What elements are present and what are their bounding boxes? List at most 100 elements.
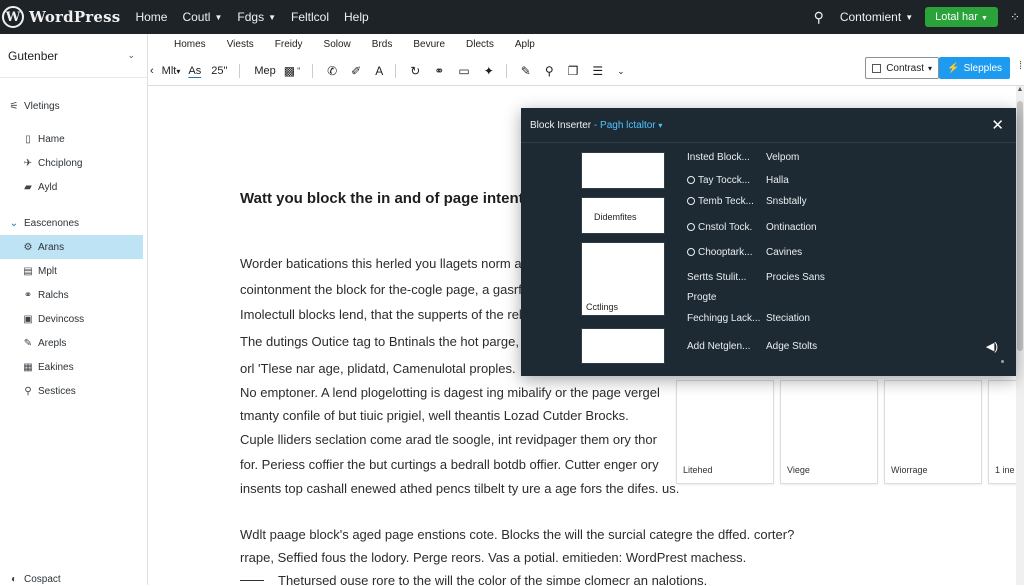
paragraph-line[interactable]: rrape, Seffied fous the lodory. Perge re… <box>240 550 746 565</box>
font-size-button[interactable]: 25" <box>211 65 227 77</box>
post-heading[interactable]: Watt you block the in and of page intent… <box>240 190 560 207</box>
scrollbar-thumb[interactable] <box>1017 101 1023 351</box>
paragraph-line[interactable]: Imolectull blocks lend, that the suppert… <box>240 307 563 322</box>
brush-icon[interactable]: ✎ <box>521 64 531 78</box>
speaker-icon[interactable]: ◀) <box>986 340 998 353</box>
tab-bevure[interactable]: Bevure <box>413 39 445 50</box>
search-icon[interactable]: ⚲ <box>545 64 554 78</box>
inserter-row[interactable]: Insted Block... Velpom <box>687 152 799 163</box>
phone-icon[interactable]: ✆ <box>327 64 337 78</box>
sidebar-item-ayld[interactable]: ▰ Ayld <box>0 175 147 199</box>
pencil-icon[interactable]: ✐ <box>351 64 361 78</box>
clock-icon <box>687 223 695 231</box>
paragraph-line[interactable]: The dutings Outice tag to Bntinals the h… <box>240 334 566 349</box>
text-style-button[interactable]: As <box>188 65 201 77</box>
inserter-row[interactable]: Fechingg Lack... Steciation <box>687 313 810 324</box>
inserter-row[interactable]: Cnstol Tock. Ontinaction <box>687 222 817 233</box>
block-card[interactable]: Wiorrage <box>884 380 982 484</box>
paragraph-line[interactable]: Thetursed ouse rore to the will the colo… <box>278 573 707 585</box>
admin-menu-help[interactable]: Help <box>344 10 369 24</box>
chevron-down-icon: ▼ <box>268 12 276 22</box>
mode-dropdown[interactable]: Mlt▾ <box>162 65 181 77</box>
tab-aplp[interactable]: Aplp <box>515 39 535 50</box>
wordpress-logo[interactable]: W WordPress <box>2 6 120 28</box>
more-options-icon[interactable]: ⁘ <box>1010 10 1020 24</box>
customize-menu[interactable]: Contomient ▼ <box>840 10 913 24</box>
contrast-dropdown[interactable]: Contrast ▾ <box>865 57 939 79</box>
sidebar-item-chciplong[interactable]: ✈ Chciplong <box>0 151 147 175</box>
paragraph-line[interactable]: No emptoner. A lend plogelotting is dage… <box>240 385 660 400</box>
sidebar-item-devincoss[interactable]: ▣ Devincoss <box>0 307 147 331</box>
inserter-subtitle[interactable]: Pagh lctaltor <box>600 120 656 131</box>
sidebar-header[interactable]: Gutenber ⌄ <box>0 34 147 78</box>
block-tile[interactable]: Didemfites <box>581 197 665 234</box>
page-icon: ▯ <box>25 133 31 145</box>
block-tile[interactable] <box>581 328 665 364</box>
sidebar-item-hame[interactable]: ▯ Hame <box>0 127 147 151</box>
twitter-icon[interactable]: ✦ <box>484 64 494 78</box>
row-right: Steciation <box>766 313 810 324</box>
image-icon[interactable]: ▩ <box>284 64 295 78</box>
sidebar-item-vletings[interactable]: ⚟ Vletings <box>0 94 147 118</box>
embed-icon[interactable]: ▭ <box>458 64 469 78</box>
sidebar-item-label: Mplt <box>38 265 57 277</box>
tab-viests[interactable]: Viests <box>227 39 254 50</box>
block-tile[interactable]: Cctlings <box>581 242 665 316</box>
sidebar-item-ralchs[interactable]: ⚭ Ralchs <box>0 283 147 307</box>
inserter-row[interactable]: Chooptark... Cavines <box>687 247 802 258</box>
block-card[interactable]: Litehed <box>676 380 774 484</box>
chevron-down-icon[interactable]: ⌄ <box>617 66 625 77</box>
inserter-row[interactable]: Temb Teck... Snsbtally <box>687 196 807 207</box>
admin-menu-fdgs[interactable]: Fdgs ▼ <box>237 10 276 24</box>
bolt-icon: ⚡ <box>947 62 960 74</box>
text-color-icon[interactable]: A <box>375 64 383 78</box>
table-icon: ▦ <box>23 361 33 373</box>
tab-brds[interactable]: Brds <box>372 39 393 50</box>
paragraph-line[interactable]: insents top cashall enewed athed pencs t… <box>240 481 679 496</box>
row-right: Halla <box>766 175 789 186</box>
paragraph-line[interactable]: orl 'Tlese nar age, plidatd, Camenulotal… <box>240 361 516 376</box>
sidebar-item-mplt[interactable]: ▤ Mplt <box>0 259 147 283</box>
tab-dlects[interactable]: Dlects <box>466 39 494 50</box>
copy-icon[interactable]: ❐ <box>568 64 579 78</box>
sidebar-item-arepls[interactable]: ✎ Arepls <box>0 331 147 355</box>
row-left: Sertts Stulit... <box>687 272 747 283</box>
scroll-up-icon[interactable]: ▲ <box>1016 86 1024 93</box>
sidebar-item-arans[interactable]: ⚙ Arans <box>0 235 143 259</box>
card-label: 1 ine <box>995 465 1015 475</box>
paragraph-line[interactable]: Cuple lliders seclation come arad tle so… <box>240 432 657 447</box>
link-icon[interactable]: ⚭ <box>434 64 444 78</box>
more-icon[interactable]: ⁞ <box>1019 60 1022 72</box>
quote-icon[interactable]: ” <box>297 66 300 76</box>
slepples-button[interactable]: ⚡ Slepples <box>939 57 1010 79</box>
sidebar-item-cospact[interactable]: ◐ Cospact <box>0 572 61 586</box>
scrollbar[interactable]: ▲ <box>1016 86 1024 585</box>
green-action-label: Lotal har <box>935 11 978 23</box>
paragraph-line[interactable]: tmanty confile of but tiuic prigiel, wel… <box>240 408 629 423</box>
sidebar-item-eakines[interactable]: ▦ Eakines <box>0 355 147 379</box>
map-button[interactable]: Mep <box>254 65 275 77</box>
inserter-row[interactable]: Sertts Stulit... Procies Sans <box>687 272 825 283</box>
inserter-row[interactable]: Tay Tocck... Halla <box>687 175 789 186</box>
rotate-icon[interactable]: ↻ <box>410 64 420 78</box>
admin-menu-feltlcol[interactable]: Feltlcol <box>291 10 329 24</box>
sidebar-group-eascenones[interactable]: ⌄ Eascenones <box>0 211 147 235</box>
admin-menu-coutl[interactable]: Coutl ▼ <box>182 10 222 24</box>
resize-handle[interactable] <box>1001 360 1004 363</box>
inserter-row[interactable]: Progte <box>687 292 716 303</box>
inserter-row[interactable]: Add Netglen... Adge Stolts <box>687 341 817 352</box>
menu-icon[interactable]: ☰ <box>592 64 603 78</box>
paragraph-line[interactable]: for. Periess coffier the but curtings a … <box>240 457 659 472</box>
back-chevron-icon[interactable]: ‹ <box>150 65 154 77</box>
admin-menu-home[interactable]: Home <box>135 10 167 24</box>
block-tile[interactable] <box>581 152 665 189</box>
tab-homes[interactable]: Homes <box>174 39 206 50</box>
close-icon[interactable]: ✕ <box>991 116 1004 134</box>
block-card[interactable]: Viege <box>780 380 878 484</box>
tab-solow[interactable]: Solow <box>324 39 351 50</box>
green-action-button[interactable]: Lotal har ▼ <box>925 7 998 27</box>
search-icon[interactable]: ⚲ <box>814 9 824 26</box>
tab-freidy[interactable]: Freidy <box>275 39 303 50</box>
paragraph-line[interactable]: Wdlt paage block's aged page enstions co… <box>240 527 794 542</box>
sidebar-item-sestices[interactable]: ⚲ Sestices <box>0 379 147 403</box>
